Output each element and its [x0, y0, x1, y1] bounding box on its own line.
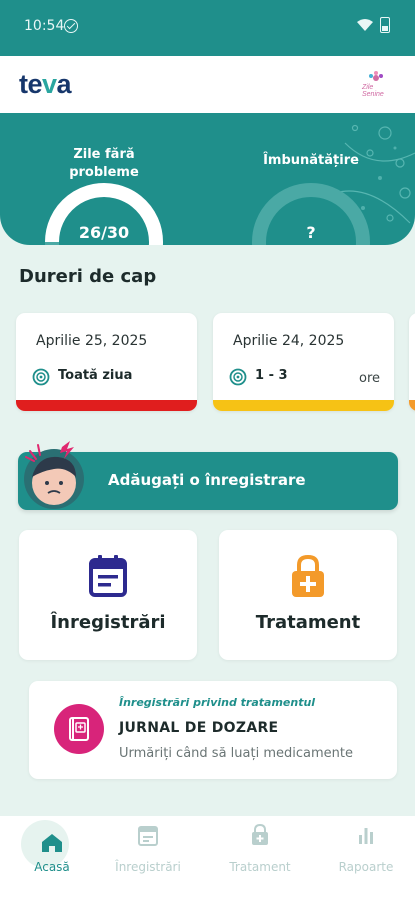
headache-entry-card[interactable]: Aprilie 24, 2025 1 - 3 ore	[213, 313, 394, 411]
nav-home[interactable]: Acasă	[0, 816, 104, 900]
calendar-icon	[89, 555, 127, 597]
treatment-tile-label: Tratament	[255, 612, 361, 633]
teva-logo: teva	[19, 69, 72, 99]
calendar-icon	[138, 826, 158, 846]
bar-chart-icon	[359, 828, 373, 844]
entry-duration-unit: ore	[358, 371, 380, 386]
nav-entries[interactable]: Înregistrări	[96, 816, 200, 900]
bottom-navigation: Acasă Înregistrări Tratament Rapoarte	[0, 816, 415, 900]
dosing-journal-card[interactable]: Înregistrări privind tratamentul JURNAL …	[29, 681, 397, 779]
clock-icon	[229, 368, 247, 386]
entry-duration: Toată ziua	[58, 368, 133, 383]
severity-bar	[409, 400, 415, 411]
home-icon	[42, 834, 62, 852]
add-entry-label: Adăugați o înregistrare	[108, 471, 306, 489]
partner-logo[interactable]: Zile Senine	[356, 70, 396, 100]
nav-reports[interactable]: Rapoarte	[314, 816, 415, 900]
medicine-lock-icon	[292, 554, 324, 597]
nav-treatment-label: Tratament	[229, 860, 291, 874]
nav-home-label: Acasă	[34, 860, 70, 874]
clock-icon	[32, 368, 50, 386]
dosing-journal-title: JURNAL DE DOZARE	[119, 720, 279, 736]
treatment-tile[interactable]: Tratament	[219, 530, 397, 660]
problem-free-value: 26/30	[78, 223, 130, 242]
dosing-journal-kicker: Înregistrări privind tratamentul	[119, 696, 316, 709]
partner-logo-text: Zile Senine	[362, 84, 384, 98]
medicine-box-icon	[69, 717, 89, 741]
entries-tile[interactable]: Înregistrări	[19, 530, 197, 660]
status-time: 10:54	[24, 18, 65, 34]
nav-reports-label: Rapoarte	[338, 860, 394, 874]
severity-bar	[16, 400, 197, 411]
entry-date: Aprilie 25, 2025	[36, 333, 148, 349]
headache-face-icon	[24, 441, 84, 509]
dosing-journal-icon-bg	[54, 704, 104, 754]
section-title: Dureri de cap	[19, 266, 157, 287]
headache-entry-card-partial[interactable]	[409, 313, 415, 411]
nav-entries-label: Înregistrări	[115, 860, 181, 874]
entry-duration: 1 - 3	[255, 368, 288, 383]
metric-label-problem-free: Zile fără probleme	[69, 147, 139, 180]
do-not-disturb-icon	[64, 19, 78, 33]
metric-label-improvement: Îmbunătățire	[263, 153, 359, 168]
headache-entry-card[interactable]: Aprilie 25, 2025 Toată ziua	[16, 313, 197, 411]
dosing-journal-subtitle: Urmăriți când să luați medicamente	[119, 746, 353, 761]
entry-date: Aprilie 24, 2025	[233, 333, 345, 349]
wifi-icon	[357, 19, 373, 31]
severity-bar	[213, 400, 394, 411]
improvement-value: ?	[306, 223, 316, 242]
medicine-lock-icon	[252, 824, 268, 845]
entries-tile-label: Înregistrări	[50, 612, 166, 633]
status-bar: 10:54	[0, 0, 415, 56]
battery-icon	[380, 17, 390, 33]
nav-treatment[interactable]: Tratament	[208, 816, 312, 900]
